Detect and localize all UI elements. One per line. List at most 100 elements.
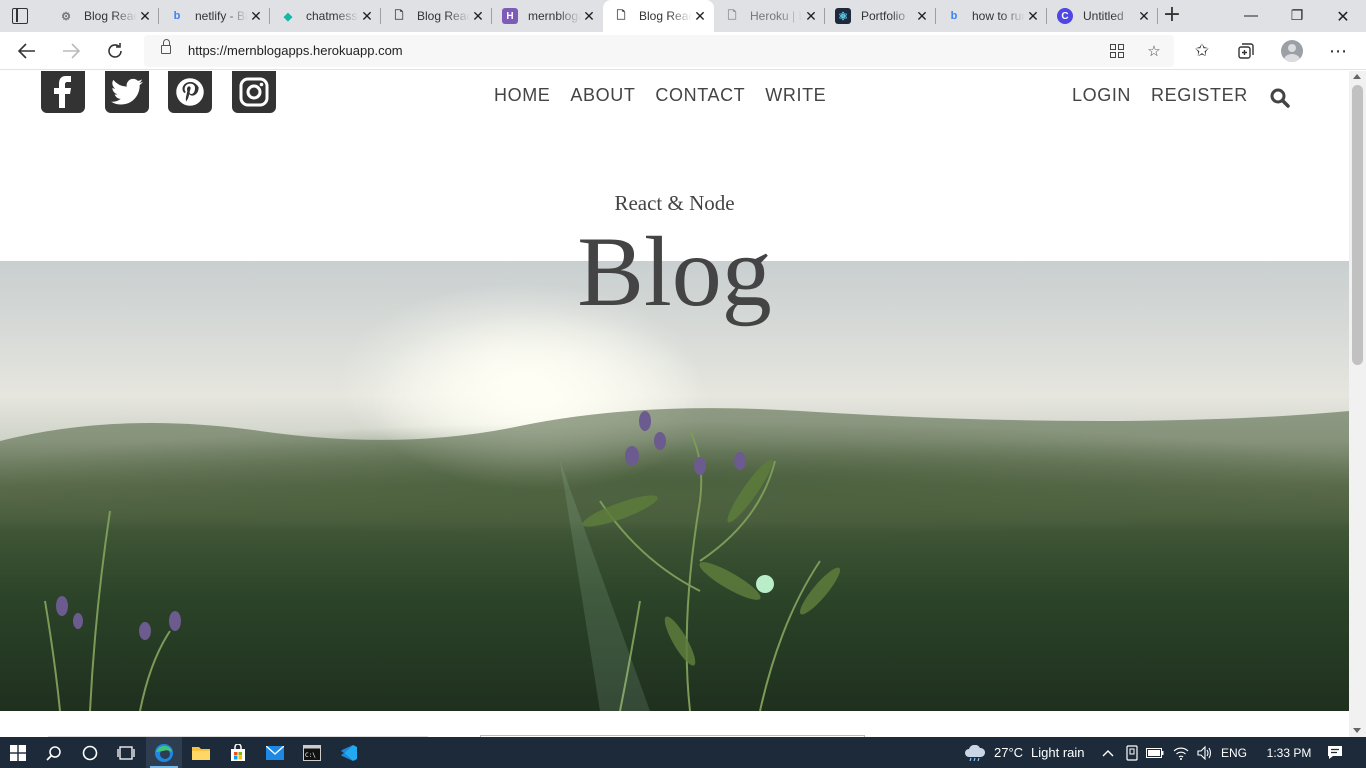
browser-tab[interactable]: C Untitled ✕ (1047, 0, 1158, 32)
clock[interactable]: 1:33 PM (1256, 737, 1322, 768)
tab-title: chatmessenger (306, 9, 359, 23)
close-tab-icon[interactable]: ✕ (581, 8, 597, 25)
browser-tab[interactable]: ⚛ Portfolio ✕ (825, 0, 936, 32)
browser-tab[interactable]: 🗋 Blog React ✕ (381, 0, 492, 32)
task-view-icon[interactable] (108, 737, 144, 768)
browser-toolbar: https://mernblogapps.herokuapp.com ☆ ✩ ⋯ (0, 32, 1366, 70)
mail-icon[interactable] (257, 737, 293, 768)
browser-tab[interactable]: 🗋 Heroku | Login ✕ (714, 0, 825, 32)
add-favorite-icon[interactable]: ☆ (1143, 40, 1165, 62)
browser-tab[interactable]: H mernblogapps ✕ (492, 0, 603, 32)
tab-title: Blog React (84, 9, 137, 23)
close-tab-icon[interactable]: ✕ (470, 8, 486, 25)
browser-tab-active[interactable]: 🗋 Blog React ✕ (603, 0, 714, 32)
device-icon[interactable] (1122, 737, 1142, 768)
url-text[interactable]: https://mernblogapps.herokuapp.com (188, 43, 403, 58)
profile-avatar-icon[interactable] (1281, 40, 1303, 62)
heroku-icon: H (502, 8, 518, 24)
menu-about[interactable]: ABOUT (570, 85, 635, 106)
vscode-icon[interactable] (331, 737, 367, 768)
close-tab-icon[interactable]: ✕ (803, 8, 819, 25)
windows-start-icon[interactable] (0, 737, 36, 768)
minimize-icon[interactable]: ― (1228, 0, 1274, 32)
file-explorer-icon[interactable] (183, 737, 219, 768)
facebook-icon[interactable] (41, 71, 85, 113)
cortana-icon[interactable] (72, 737, 108, 768)
windows-taskbar: C:\ 27°C Light rain ENG 1:33 PM (0, 737, 1366, 768)
twitter-icon[interactable] (105, 71, 149, 113)
browser-tab[interactable]: ⚙ Blog React ✕ (48, 0, 159, 32)
browser-tab[interactable]: b how to run ✕ (936, 0, 1047, 32)
more-options-icon[interactable]: ⋯ (1323, 36, 1353, 66)
menu-write[interactable]: WRITE (765, 85, 826, 106)
close-tab-icon[interactable]: ✕ (359, 8, 375, 25)
favorites-icon[interactable]: ✩ (1187, 36, 1217, 66)
scroll-up-icon[interactable] (1353, 74, 1361, 79)
react-gear-icon: ⚙ (61, 10, 71, 23)
tab-actions-icon[interactable] (12, 8, 28, 24)
close-window-icon[interactable]: ✕ (1320, 0, 1366, 32)
language-indicator[interactable]: ENG (1218, 737, 1250, 768)
page-scrollbar[interactable] (1349, 71, 1366, 737)
document-icon: 🗋 (616, 9, 626, 22)
apps-grid-icon[interactable] (1106, 40, 1128, 62)
collections-icon[interactable] (1231, 36, 1261, 66)
tab-title: Blog React (639, 9, 692, 23)
menu-home[interactable]: HOME (494, 85, 550, 106)
notifications-icon[interactable] (1320, 737, 1350, 768)
document-icon: 🗋 (394, 9, 404, 22)
scroll-thumb[interactable] (1352, 85, 1363, 365)
close-tab-icon[interactable]: ✕ (914, 8, 930, 25)
tab-title: netlify - Bing (195, 9, 248, 23)
browser-tab[interactable]: ◆ chatmessenger ✕ (270, 0, 381, 32)
canva-icon: C (1057, 8, 1073, 24)
battery-icon[interactable] (1145, 737, 1165, 768)
close-tab-icon[interactable]: ✕ (692, 8, 708, 25)
page-viewport: HOME ABOUT CONTACT WRITE LOGIN REGISTER … (0, 71, 1349, 737)
lock-icon[interactable] (161, 39, 171, 54)
tab-title: Blog React (417, 9, 470, 23)
forward-arrow-icon[interactable] (56, 36, 86, 66)
close-tab-icon[interactable]: ✕ (1136, 8, 1152, 25)
back-arrow-icon[interactable] (12, 36, 42, 66)
weather-widget[interactable]: 27°C Light rain (964, 737, 1085, 768)
document-icon: 🗋 (727, 9, 737, 22)
search-icon[interactable] (36, 737, 72, 768)
command-prompt-icon[interactable]: C:\ (294, 737, 330, 768)
chevron-up-icon[interactable] (1098, 737, 1118, 768)
browser-tab-strip: ⚙ Blog React ✕ b netlify - Bing ✕ ◆ chat… (0, 0, 1366, 32)
rain-cloud-icon (965, 744, 986, 761)
login-link[interactable]: LOGIN (1072, 85, 1131, 106)
restore-icon[interactable]: ❐ (1274, 0, 1320, 32)
register-link[interactable]: REGISTER (1151, 85, 1248, 106)
close-tab-icon[interactable]: ✕ (137, 8, 153, 25)
pinterest-icon[interactable] (168, 71, 212, 113)
search-icon[interactable] (1270, 88, 1290, 108)
scroll-down-icon[interactable] (1353, 728, 1361, 733)
react-icon: ⚛ (835, 8, 851, 24)
tab-title: Untitled (1083, 9, 1124, 23)
tab-title: mernblogapps (528, 9, 581, 23)
bing-icon: b (173, 10, 181, 22)
weather-condition: Light rain (1031, 745, 1085, 760)
tab-title: how to run (972, 9, 1025, 23)
refresh-icon[interactable] (100, 36, 130, 66)
hero-subtitle: React & Node (614, 191, 735, 215)
flowers-illustration (0, 311, 1349, 711)
close-tab-icon[interactable]: ✕ (248, 8, 264, 25)
instagram-icon[interactable] (232, 71, 276, 113)
main-menu: HOME ABOUT CONTACT WRITE (494, 85, 826, 106)
new-tab-icon[interactable]: + (1160, 4, 1184, 28)
store-icon[interactable] (220, 737, 256, 768)
close-tab-icon[interactable]: ✕ (1025, 8, 1041, 25)
weather-temp: 27°C (994, 745, 1024, 760)
address-bar[interactable]: https://mernblogapps.herokuapp.com ☆ (144, 35, 1174, 67)
svg-text:C:\: C:\ (305, 752, 316, 759)
wifi-icon[interactable] (1170, 737, 1192, 768)
browser-tab[interactable]: b netlify - Bing ✕ (159, 0, 270, 32)
edge-browser-icon[interactable] (146, 737, 182, 768)
menu-contact[interactable]: CONTACT (655, 85, 745, 106)
auth-links: LOGIN REGISTER (1072, 85, 1248, 106)
volume-icon[interactable] (1195, 737, 1215, 768)
bing-icon: b (950, 10, 958, 22)
